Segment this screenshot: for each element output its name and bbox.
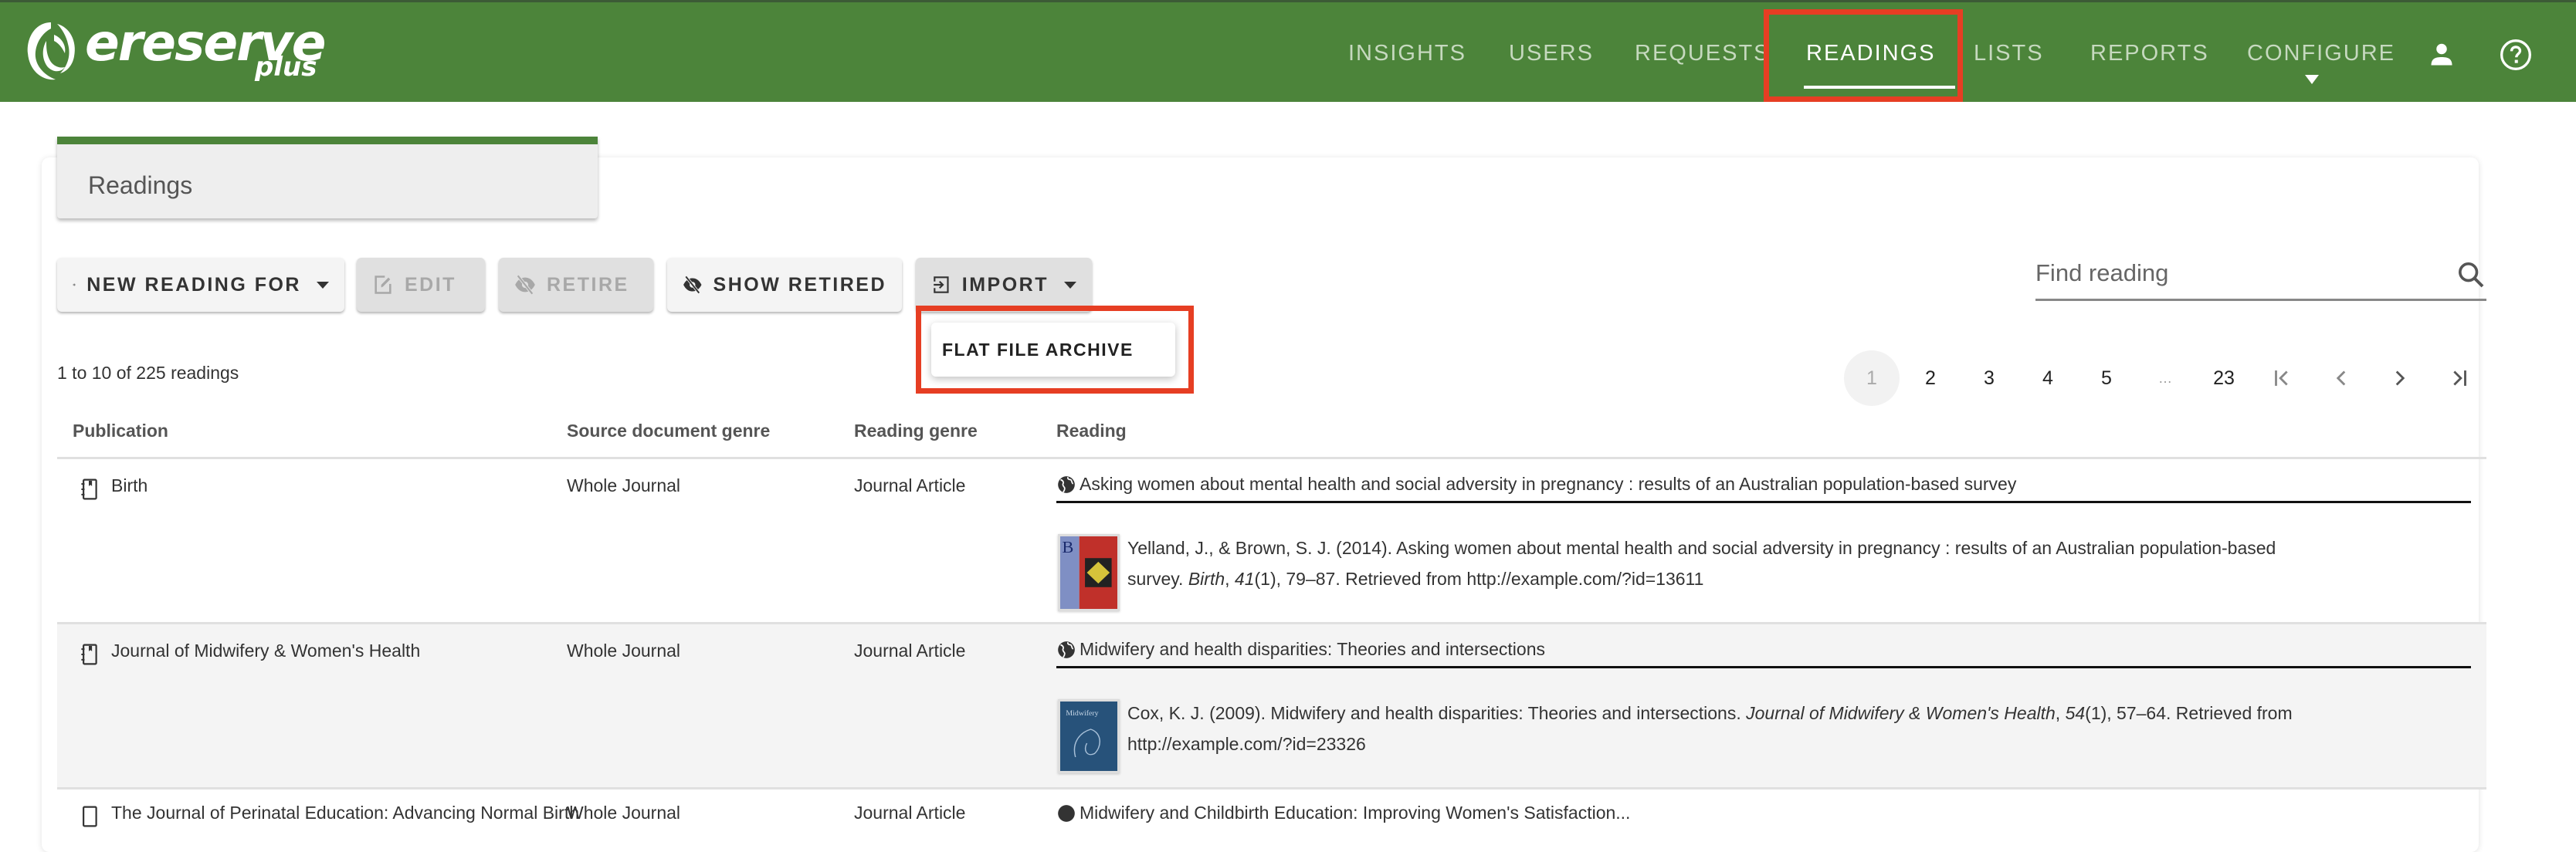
page-ellipsis: … [2158, 370, 2172, 386]
retire-button[interactable]: RETIRE [499, 258, 653, 312]
nav-requests[interactable]: REQUESTS [1635, 41, 1771, 66]
nav-insights[interactable]: INSIGHTS [1348, 41, 1466, 66]
page-2-button[interactable]: 2 [1903, 350, 1958, 406]
page-3-button[interactable]: 3 [1961, 350, 2017, 406]
app-bar: ereserve plus INSIGHTS USERS REQUESTS RE… [0, 0, 2576, 102]
nav-lists[interactable]: LISTS [1974, 41, 2044, 66]
show-retired-label: SHOW RETIRED [713, 273, 886, 296]
nav-reports[interactable]: REPORTS [2090, 41, 2209, 66]
reading-title: Midwifery and Childbirth Education: Impr… [1080, 803, 1631, 823]
citation-text: Cox, K. J. (2009). Midwifery and health … [1127, 698, 2301, 759]
visibility-off-icon [515, 275, 535, 295]
source-genre-cell: Whole Journal [567, 475, 681, 495]
cover-thumbnail: B [1058, 534, 1120, 611]
midwifery-cover-image: Midwifery [1060, 702, 1117, 771]
visibility-off-icon [683, 276, 702, 294]
first-page-icon [2275, 370, 2288, 386]
logo-swirl-icon [27, 22, 75, 80]
configure-dropdown-icon [2305, 75, 2319, 84]
nav-users[interactable]: USERS [1509, 41, 1594, 66]
new-reading-for-button[interactable]: NEW READING FOR [57, 258, 344, 312]
last-page-icon [2453, 370, 2466, 386]
reading-genre-cell: Journal Article [854, 641, 966, 661]
column-header-publication[interactable]: Publication [73, 421, 168, 441]
globe-icon [1058, 475, 1075, 493]
reading-title-link[interactable]: Midwifery and Childbirth Education: Impr… [1056, 803, 1630, 823]
edit-button[interactable]: EDIT [357, 258, 485, 312]
chevron-left-icon [2336, 370, 2346, 386]
import-button[interactable]: IMPORT [916, 258, 1092, 312]
column-header-reading[interactable]: Reading [1056, 421, 1127, 441]
asterisk-icon [73, 283, 76, 286]
page-1-button[interactable]: 1 [1844, 350, 1900, 406]
previous-page-button[interactable] [2313, 350, 2369, 406]
svg-text:B: B [1062, 539, 1073, 556]
journal-icon [81, 478, 97, 500]
results-summary: 1 to 10 of 225 readings [57, 363, 239, 383]
find-reading-search [2035, 255, 2486, 301]
reading-title-link[interactable]: Midwifery and health disparities: Theori… [1056, 639, 1545, 660]
cover-thumbnail: Midwifery [1058, 699, 1120, 773]
import-label: IMPORT [961, 273, 1049, 296]
edit-label: EDIT [405, 273, 456, 296]
last-page-button[interactable] [2431, 350, 2486, 406]
reading-title: Asking women about mental health and soc… [1080, 474, 2017, 494]
page-title-tab: Readings [57, 137, 598, 218]
source-genre-cell: Whole Journal [567, 803, 681, 823]
column-header-reading-genre[interactable]: Reading genre [854, 421, 978, 441]
nav-configure[interactable]: CONFIGURE [2247, 41, 2395, 66]
citation-volume: 54 [2065, 703, 2086, 723]
citation-text: Yelland, J., & Brown, S. J. (2014). Aski… [1127, 532, 2301, 594]
page-4-button[interactable]: 4 [2020, 350, 2076, 406]
import-icon [934, 276, 949, 293]
citation-separator: , [1225, 569, 1235, 589]
title-underline [1056, 666, 2471, 668]
column-header-source-genre[interactable]: Source document genre [567, 421, 770, 441]
help-icon[interactable] [2499, 38, 2533, 72]
page-23-button[interactable]: 23 [2196, 350, 2252, 406]
next-page-button[interactable] [2372, 350, 2428, 406]
chevron-right-icon [2395, 370, 2405, 386]
globe-icon [1058, 641, 1075, 658]
new-reading-for-label: NEW READING FOR [86, 273, 301, 296]
reading-title: Midwifery and health disparities: Theori… [1080, 639, 1545, 659]
publication-cell: Birth [111, 475, 148, 495]
reading-genre-cell: Journal Article [854, 475, 966, 495]
page-5-button[interactable]: 5 [2079, 350, 2134, 406]
citation-tail: (1), 79–87. Retrieved from http://exampl… [1254, 569, 1704, 589]
svg-text:Midwifery: Midwifery [1066, 709, 1098, 717]
journal-icon [83, 806, 97, 827]
globe-icon [1058, 804, 1075, 822]
edit-icon [375, 276, 391, 294]
citation-journal: Birth [1188, 569, 1225, 589]
source-genre-cell: Whole Journal [567, 641, 681, 661]
citation-separator: , [2055, 703, 2066, 723]
import-menu-highlight [916, 306, 1194, 394]
title-underline [1056, 501, 2471, 503]
logo-subtext: plus [255, 52, 317, 83]
caret-down-icon [1064, 281, 1076, 289]
reading-title-link[interactable]: Asking women about mental health and soc… [1056, 474, 2016, 495]
publication-cell: Journal of Midwifery & Women's Health [111, 641, 421, 661]
search-icon[interactable] [2456, 259, 2486, 290]
account-icon[interactable] [2428, 41, 2456, 69]
search-input[interactable] [2035, 255, 2437, 292]
publication-cell: The Journal of Perinatal Education: Adva… [111, 803, 579, 823]
page-title: Readings [88, 171, 193, 199]
show-retired-button[interactable]: SHOW RETIRED [667, 258, 902, 312]
reading-genre-cell: Journal Article [854, 803, 966, 823]
journal-icon [81, 644, 97, 665]
citation-journal: Journal of Midwifery & Women's Health [1746, 703, 2056, 723]
citation-body: Cox, K. J. (2009). Midwifery and health … [1127, 703, 1747, 723]
birth-cover-image: B [1060, 536, 1117, 609]
citation-volume: 41 [1234, 569, 1255, 589]
readings-tab-highlight [1764, 9, 1963, 102]
retire-label: RETIRE [547, 273, 629, 296]
caret-down-icon [317, 281, 329, 289]
first-page-button[interactable] [2255, 350, 2310, 406]
